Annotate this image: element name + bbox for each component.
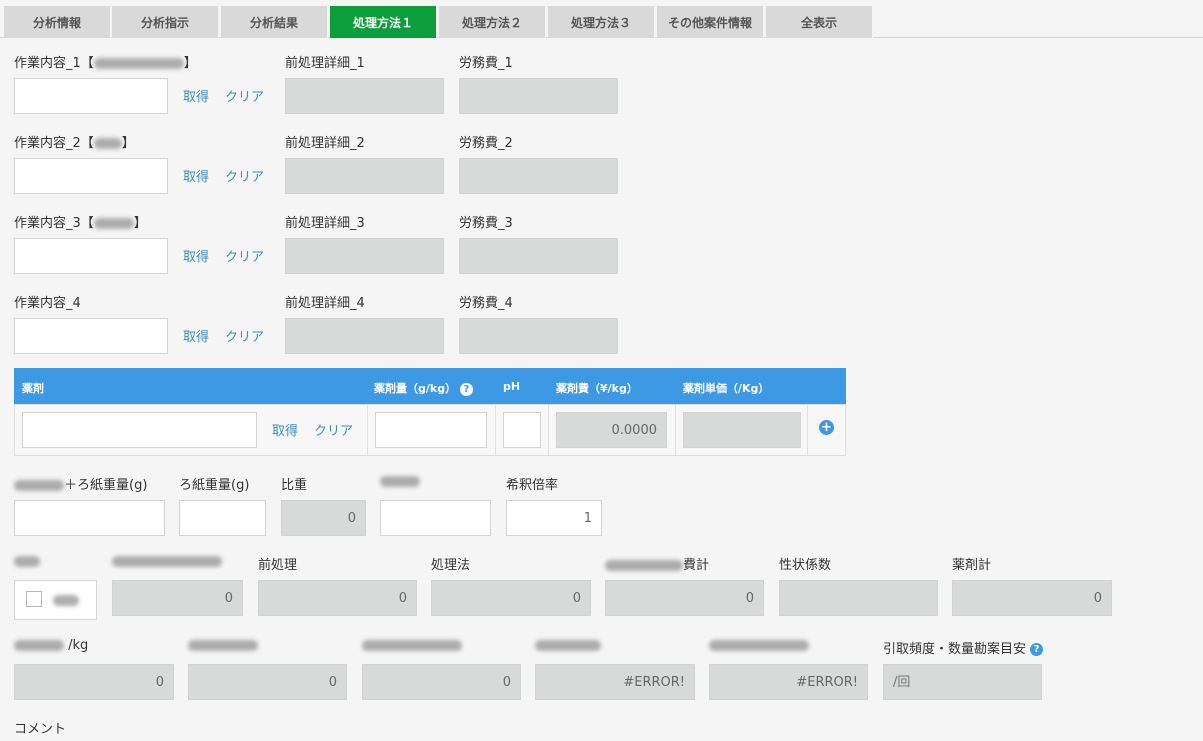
work-label-1: 作業内容_1【】: [14, 56, 197, 71]
pretreat-detail-field-2: [285, 158, 444, 194]
reagent-total-field: [952, 580, 1112, 616]
cost-total-label: 費計: [605, 554, 709, 573]
dilution-input[interactable]: [506, 500, 602, 536]
reagent-total-label: 薬剤計: [952, 558, 992, 573]
labor-label-1: 労務費_1: [459, 56, 513, 71]
per-kg-field-4: [535, 664, 695, 700]
ph-input[interactable]: [503, 412, 541, 448]
reagent-clear-link[interactable]: クリア: [314, 420, 353, 439]
labor-field-3: [459, 238, 618, 274]
blurred-label-a: [14, 554, 40, 569]
work-label-3: 作業内容_3【】: [14, 216, 147, 231]
labor-label-4: 労務費_4: [459, 296, 513, 311]
labor-label-2: 労務費_2: [459, 136, 513, 151]
pretreat-detail-field-4: [285, 318, 444, 354]
reagent-cost-field: [556, 412, 667, 448]
per-kg-field-2: [188, 664, 347, 700]
per-kg-field-5: [709, 664, 868, 700]
get-link-2[interactable]: 取得: [183, 166, 209, 185]
work-input-4[interactable]: [14, 318, 168, 354]
pretreat-detail-label-1: 前処理詳細_1: [285, 56, 365, 71]
blurred-label-b: [112, 554, 222, 569]
reagent-amount-header: 薬剤量（g/kg） ?: [374, 380, 473, 396]
work-input-1[interactable]: [14, 78, 168, 114]
cost-total-field: [605, 580, 764, 616]
blurred-input[interactable]: [380, 500, 491, 536]
checkbox[interactable]: [26, 591, 42, 607]
tab-analysis-info[interactable]: 分析情報: [4, 6, 111, 38]
reagent-name-header: 薬剤: [22, 382, 44, 395]
frequency-field: [883, 664, 1042, 700]
per-kg-field-1: [14, 664, 174, 700]
pretreat-detail-label-4: 前処理詳細_4: [285, 296, 365, 311]
sample-filter-weight-label: ＋ろ紙重量(g): [14, 474, 147, 493]
method-label: 処理法: [431, 558, 471, 573]
checkbox-group: [14, 580, 97, 620]
reagent-amount-input[interactable]: [375, 412, 487, 448]
pretreat-detail-field-1: [285, 78, 444, 114]
pretreat-label: 前処理: [258, 558, 298, 573]
property-coef-field: [779, 580, 938, 616]
work-input-3[interactable]: [14, 238, 168, 274]
tab-analysis-result[interactable]: 分析結果: [221, 6, 328, 38]
frequency-label: 引取頻度・数量勘案目安 ?: [883, 638, 1044, 657]
reagent-cost-header: 薬剤費（¥/kg）: [556, 382, 638, 395]
blurred-label-f: [709, 638, 809, 653]
tab-other-info[interactable]: その他案件情報: [657, 6, 764, 38]
pretreat-detail-field-3: [285, 238, 444, 274]
work-label-2: 作業内容_2【】: [14, 136, 135, 151]
blurred-label-c: [188, 638, 258, 653]
clear-link-2[interactable]: クリア: [225, 166, 264, 185]
tab-method-2[interactable]: 処理方法２: [439, 6, 546, 38]
labor-field-4: [459, 318, 618, 354]
per-kg-field-3: [362, 664, 521, 700]
pretreat-total-field: [258, 580, 417, 616]
reagent-table-header: 薬剤 薬剤量（g/kg） ? pH 薬剤費（¥/kg） 薬剤単価（/Kg）: [14, 368, 846, 404]
dilution-label: 希釈倍率: [506, 478, 559, 493]
unit-price-header: 薬剤単価（/Kg）: [683, 382, 770, 395]
labor-field-1: [459, 78, 618, 114]
tab-analysis-instruction[interactable]: 分析指示: [112, 6, 219, 38]
blurred-label-e: [535, 638, 601, 653]
get-link-1[interactable]: 取得: [183, 86, 209, 105]
tab-method-3[interactable]: 処理方法３: [548, 6, 655, 38]
add-icon[interactable]: +: [819, 420, 834, 435]
clear-link-3[interactable]: クリア: [225, 246, 264, 265]
work-label-4: 作業内容_4: [14, 296, 81, 311]
sample-filter-weight-input[interactable]: [14, 500, 165, 536]
reagent-name-input[interactable]: [22, 412, 257, 448]
comment-label: コメント: [14, 722, 67, 737]
clear-link-1[interactable]: クリア: [225, 86, 264, 105]
labor-field-2: [459, 158, 618, 194]
tab-show-all[interactable]: 全表示: [766, 6, 873, 38]
method-total-field: [431, 580, 591, 616]
per-kg-label: /kg: [14, 638, 88, 653]
ph-header: pH: [503, 380, 521, 393]
clear-link-4[interactable]: クリア: [225, 326, 264, 345]
tab-bar: 分析情報 分析指示 分析結果 処理方法１ 処理方法２ 処理方法３ その他案件情報…: [0, 0, 1203, 38]
blurred-label-d: [362, 638, 462, 653]
get-link-3[interactable]: 取得: [183, 246, 209, 265]
reagent-get-link[interactable]: 取得: [272, 420, 298, 439]
total-field-1: [112, 580, 243, 616]
help-icon[interactable]: ?: [459, 382, 473, 396]
property-coef-label: 性状係数: [779, 558, 832, 573]
gravity-label: 比重: [281, 478, 308, 493]
gravity-field: [281, 500, 366, 536]
pretreat-detail-label-2: 前処理詳細_2: [285, 136, 365, 151]
work-input-2[interactable]: [14, 158, 168, 194]
filter-weight-label: ろ紙重量(g): [179, 478, 250, 493]
blurred-label: [380, 474, 420, 489]
pretreat-detail-label-3: 前処理詳細_3: [285, 216, 365, 231]
filter-weight-input[interactable]: [179, 500, 266, 536]
tab-method-1[interactable]: 処理方法１: [330, 6, 437, 38]
get-link-4[interactable]: 取得: [183, 326, 209, 345]
help-icon[interactable]: ?: [1030, 643, 1044, 656]
labor-label-3: 労務費_3: [459, 216, 513, 231]
unit-price-field: [683, 412, 801, 448]
